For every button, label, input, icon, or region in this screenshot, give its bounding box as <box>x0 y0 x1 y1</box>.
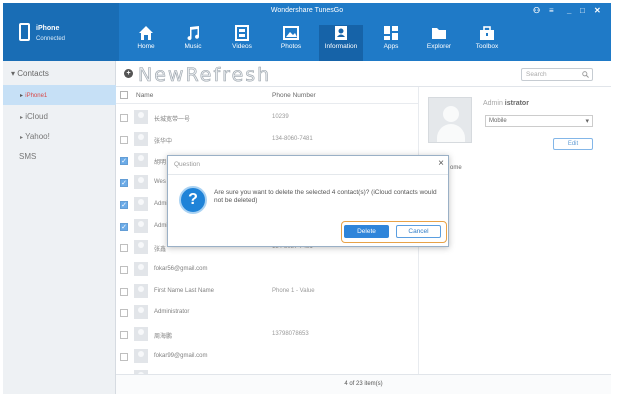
sidebar-contacts-label: Contacts <box>17 69 49 78</box>
new-refresh-label[interactable]: NewRefresh <box>138 64 271 87</box>
top-bar: Wondershare TunesGo iPhone Connected Hom… <box>3 3 611 61</box>
new-label[interactable]: New <box>138 64 185 87</box>
toolbox-icon <box>480 26 494 40</box>
item-count: 4 of 23 item(s) <box>116 374 611 394</box>
sidebar-item-label: iCloud <box>25 112 48 121</box>
confirm-dialog: Question × ? Are sure you want to delete… <box>167 155 449 247</box>
sidebar: ▾ Contacts ▸ iPhone1 ▸ iCloud ▸ Yahoo! S… <box>3 61 116 394</box>
contacts-icon <box>335 26 347 40</box>
close-icon[interactable]: × <box>438 158 444 169</box>
nav-information-label: Information <box>324 43 358 50</box>
search-placeholder: Search <box>526 71 547 78</box>
toolbar: + NewRefresh Search <box>116 61 611 87</box>
photo-icon <box>283 26 299 40</box>
nav-photos-label: Photos <box>280 43 302 50</box>
dialog-title: Question <box>174 161 201 168</box>
caret-right-icon: ▸ <box>20 93 24 99</box>
dialog-message: Are sure you want to delete the selected… <box>214 189 437 204</box>
add-icon[interactable]: + <box>124 69 133 78</box>
nav-explorer[interactable]: Explorer <box>417 25 461 61</box>
maximize-icon[interactable]: □ <box>580 6 585 15</box>
nav-toolbox-label: Toolbox <box>475 43 499 50</box>
device-status: Connected <box>36 36 66 42</box>
device-name: iPhone <box>36 25 60 32</box>
caret-right-icon: ▸ <box>20 115 24 121</box>
search-icon <box>582 71 589 78</box>
device-panel[interactable]: iPhone Connected <box>3 3 119 61</box>
sidebar-item-icloud[interactable]: ▸ iCloud <box>3 112 116 121</box>
nav-apps-label: Apps <box>383 43 399 50</box>
sidebar-contacts[interactable]: ▾ Contacts <box>3 69 116 78</box>
nav-music-label: Music <box>184 43 202 50</box>
folder-icon <box>432 28 446 39</box>
phone-icon <box>19 23 30 41</box>
home-icon <box>139 26 153 40</box>
nav-home[interactable]: Home <box>124 25 168 61</box>
nav-explorer-label: Explorer <box>426 43 452 50</box>
nav-home-label: Home <box>137 43 155 50</box>
caret-right-icon: ▸ <box>20 135 24 141</box>
nav-toolbox[interactable]: Toolbox <box>465 25 509 61</box>
minimize-icon[interactable]: _ <box>567 6 571 15</box>
apps-icon <box>384 26 398 40</box>
cancel-button[interactable]: Cancel <box>396 225 441 238</box>
nav-videos[interactable]: Videos <box>220 25 264 61</box>
delete-button[interactable]: Delete <box>344 225 389 238</box>
caret-down-icon: ▾ <box>11 69 16 78</box>
sidebar-item-yahoo[interactable]: ▸ Yahoo! <box>3 132 116 141</box>
refresh-label[interactable]: Refresh <box>185 64 271 87</box>
nav-apps[interactable]: Apps <box>369 25 413 61</box>
video-icon <box>235 25 249 41</box>
nav-videos-label: Videos <box>232 43 252 50</box>
music-icon <box>187 26 200 41</box>
person-icon[interactable]: ⚇ <box>533 6 540 15</box>
question-icon: ? <box>179 186 207 214</box>
nav-photos[interactable]: Photos <box>269 25 313 61</box>
nav-information[interactable]: Information <box>319 25 363 61</box>
sidebar-item-label: Yahoo! <box>25 132 50 141</box>
dialog-divider <box>168 174 448 175</box>
close-icon[interactable]: ✕ <box>594 6 601 15</box>
sidebar-sms[interactable]: SMS <box>3 152 116 161</box>
menu-icon[interactable]: ≡ <box>549 6 554 15</box>
sidebar-item-label: iPhone1 <box>25 93 48 99</box>
nav-music[interactable]: Music <box>171 25 215 61</box>
search-input[interactable]: Search <box>521 68 593 81</box>
sidebar-item-iphone[interactable]: ▸ iPhone1 <box>3 85 116 105</box>
